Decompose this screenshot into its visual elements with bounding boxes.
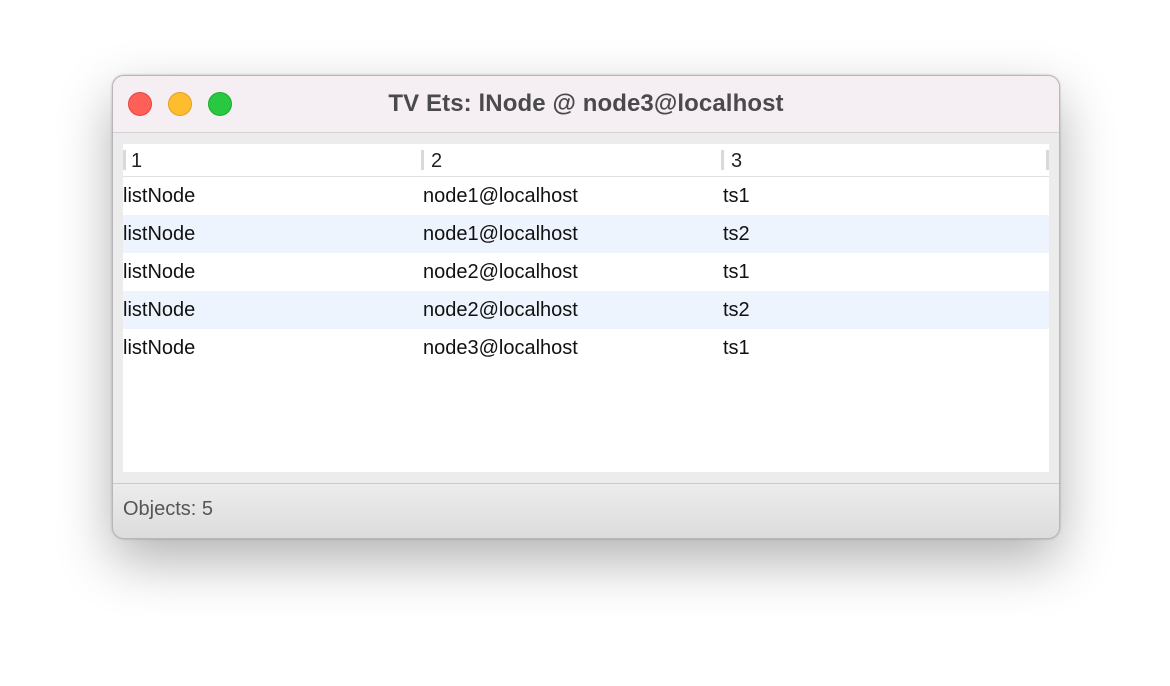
table-cell: node1@localhost [423,223,578,245]
table-cell: ts2 [723,299,750,321]
table-cell: listNode [123,261,196,283]
table-cell: ts2 [723,223,750,245]
table-row[interactable]: listNode node3@localhost ts1 [123,329,1049,367]
window-title: TV Ets: lNode @ node3@localhost [388,90,784,117]
table-cell: listNode [123,337,196,359]
column-header-2[interactable]: 2 [423,144,723,176]
table-row[interactable]: listNode node2@localhost ts1 [123,253,1049,291]
table-cell: listNode [123,223,196,245]
table-header: 1 2 3 [123,144,1049,177]
object-count-status: Objects: 5 [123,498,214,520]
status-bar: Objects: 5 [113,483,1059,538]
table-cell: node3@localhost [423,337,578,359]
table-row[interactable]: listNode node2@localhost ts2 [123,291,1049,329]
column-header-1[interactable]: 1 [123,144,423,176]
title-bar[interactable]: TV Ets: lNode @ node3@localhost [113,76,1059,133]
table-cell: ts1 [723,337,750,359]
ets-table-viewer-window: TV Ets: lNode @ node3@localhost 1 2 3 li… [112,75,1060,539]
column-separator[interactable] [1046,150,1049,170]
table-row[interactable]: listNode node1@localhost ts2 [123,215,1049,253]
ets-table: 1 2 3 listNode node1@localhost ts1 listN… [123,144,1049,472]
table-cell: listNode [123,185,196,207]
column-header-3[interactable]: 3 [723,144,1049,176]
table-container: 1 2 3 listNode node1@localhost ts1 listN… [113,133,1059,483]
table-row[interactable]: listNode node1@localhost ts1 [123,177,1049,215]
table-cell: ts1 [723,261,750,283]
table-cell: node2@localhost [423,299,578,321]
table-cell: node1@localhost [423,185,578,207]
table-cell: listNode [123,299,196,321]
table-cell: node2@localhost [423,261,578,283]
table-cell: ts1 [723,185,750,207]
